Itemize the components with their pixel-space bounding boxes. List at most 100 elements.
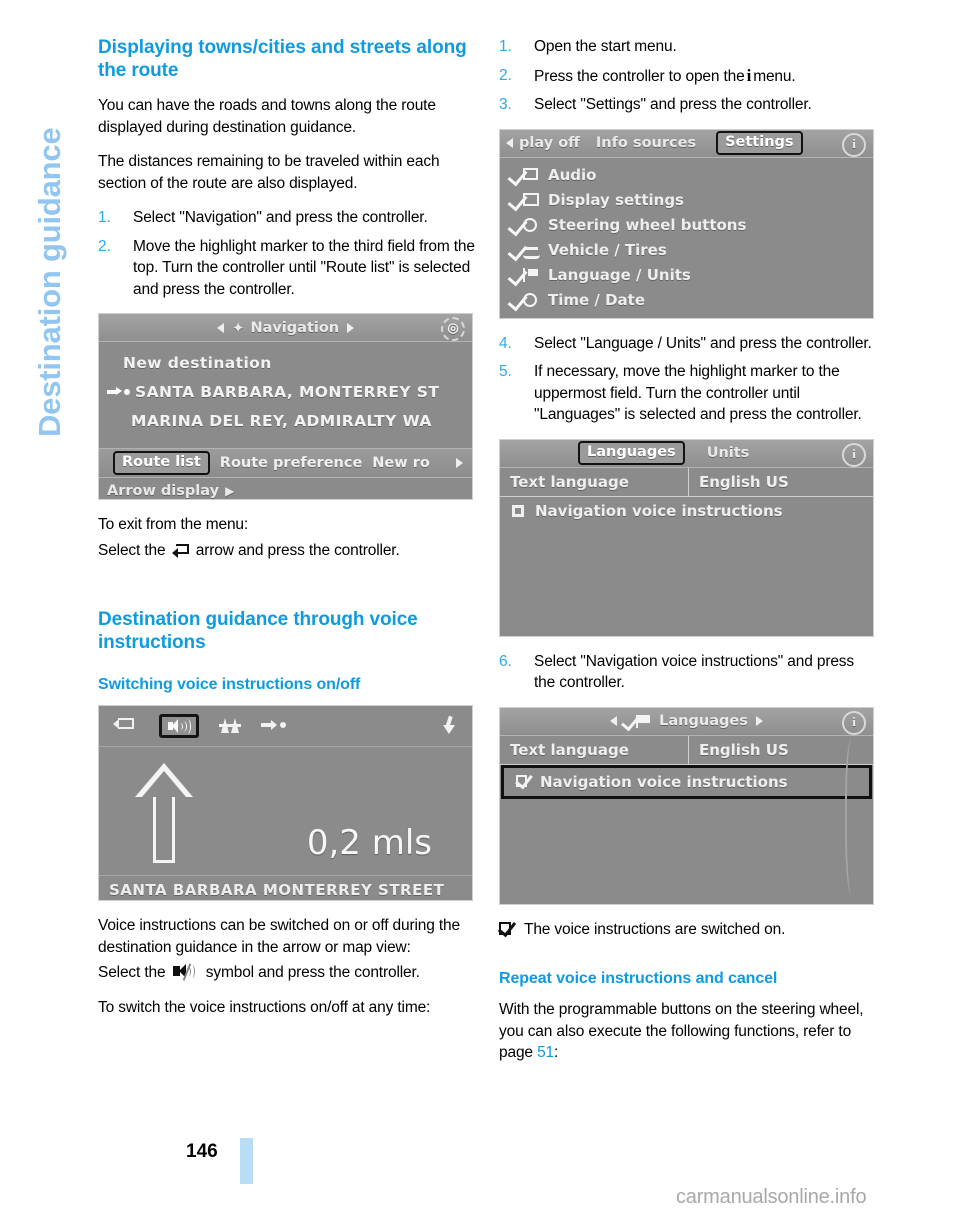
checkbox-label: Navigation voice instructions [540,772,788,791]
speaker-on-icon[interactable] [159,714,199,738]
steering-wheel-icon [507,215,542,236]
screenshot-title: Languages [659,713,748,729]
step-text-after: menu. [753,67,796,85]
tab-route-list[interactable]: Route list [113,451,210,475]
list-item[interactable]: Time / Date [500,288,873,313]
empty-area [500,525,873,636]
step-number: 4. [499,334,512,352]
page-marker-bar [240,1138,253,1184]
speaker-glyph [168,718,191,734]
navigation-voice-instructions-row-selected[interactable]: Navigation voice instructions [501,764,872,799]
tab-settings[interactable]: Settings [716,131,803,155]
step-text: Select "Language / Units" and press the … [534,334,872,352]
step-text: Select "Navigation" and press the contro… [133,209,428,226]
settings-tab-bar: play off Info sources Settings i [500,129,873,158]
steps-list-step6: 6. Select "Navigation voice instructions… [499,651,879,694]
tab-route-preference[interactable]: Route preference [220,455,363,471]
compass-icon[interactable]: ◎ [441,317,465,341]
navigation-tab-strip: Route list Route preference New ro [99,449,472,477]
left-arrow-icon[interactable] [216,322,224,333]
settings-list: Audio Display settings Steering wheel bu… [500,157,873,318]
info-icon[interactable]: i [842,442,866,467]
list-item[interactable]: New destination [99,348,472,377]
exit-suffix-text: arrow and press the controller. [195,541,400,559]
navigation-screenshot: ✦ Navigation ◎ New destination SANTA BAR… [98,313,473,500]
languages-tab-bar: Languages Units i [500,439,873,468]
chapter-title: Destination guidance [32,127,67,437]
checkbox-unchecked-icon[interactable] [512,505,524,517]
voice-instruction-paragraph: Voice instructions can be switched on or… [98,917,460,956]
info-icon[interactable]: i [842,710,866,735]
chevron-right-icon: ▶ [225,483,235,498]
scroll-left-icon[interactable] [506,138,513,148]
right-arrow-icon[interactable] [755,716,763,726]
step-number: 3. [499,96,512,113]
list-item[interactable]: Language / Units [500,263,873,288]
settings-screenshot: play off Info sources Settings i Audio D… [499,128,874,319]
empty-area [500,738,873,904]
right-arrow-icon[interactable] [347,322,355,333]
language-flag-icon [621,712,653,731]
step-text: Select "Navigation voice instructions" a… [534,652,854,692]
list-item[interactable]: Display settings [500,188,873,213]
step-text: Move the highlight marker to the third f… [133,237,475,298]
back-arrow-icon [171,543,189,558]
list-item: 3. Select "Settings" and press the contr… [499,94,879,116]
section-heading-voice-guidance: Destination guidance through voice instr… [98,609,418,653]
settings-item-label: Display settings [548,191,684,209]
list-item[interactable]: Vehicle / Tires [500,238,873,263]
scroll-right-icon[interactable] [456,458,463,468]
intro-paragraph-2: The distances remaining to be traveled w… [98,153,440,192]
list-item[interactable]: Audio [500,163,873,188]
page-reference-link[interactable]: 51 [537,1044,554,1061]
tab-info-sources[interactable]: Info sources [596,135,696,151]
table-value: English US [699,740,789,759]
list-item[interactable]: MARINA DEL REY, ADMIRALTY WA [99,406,472,435]
navigation-footer[interactable]: Arrow display ▶ [99,478,472,499]
languages-screenshot: Languages Units i Text language English … [499,438,874,637]
down-arrow-icon[interactable] [442,715,458,736]
list-item: 6. Select "Navigation voice instructions… [499,651,879,694]
repeat-text-after: : [554,1044,559,1061]
straight-ahead-arrow-icon [135,763,193,863]
result-note-text: The voice instructions are switched on. [524,920,786,938]
nav-row-label: SANTA BARBARA, MONTERREY ST [135,382,440,401]
step-number: 2. [98,237,111,255]
vehicle-tires-icon [507,240,542,261]
step-text-before: Press the controller to open the [534,67,745,85]
select-symbol-line: Select the symbol and press the controll… [98,962,478,984]
destination-marker-icon[interactable] [261,716,287,736]
info-i-icon: i [746,65,752,85]
right-column: 1. Open the start menu. 2. Press the con… [497,36,879,1077]
list-item: 5. If necessary, move the highlight mark… [499,361,879,426]
remaining-distance: 0,2 mls [306,823,432,863]
left-arrow-icon[interactable] [610,716,618,726]
navigation-voice-instructions-row[interactable]: Navigation voice instructions [500,497,873,526]
list-item[interactable]: SANTA BARBARA, MONTERREY ST [99,377,472,406]
step-number: 6. [499,652,512,670]
select-prefix-text: Select the [98,964,166,981]
destination-marker-icon [107,387,131,397]
highway-icon[interactable] [219,716,241,736]
screenshot-title-bar: Languages i [500,707,873,736]
arrow-view-body: 0,2 mls [99,747,472,875]
checkbox-checked-icon [497,917,519,937]
tab-display-off[interactable]: play off [519,135,580,151]
text-language-row[interactable]: Text language English US [500,735,873,765]
list-item[interactable]: Steering wheel buttons [500,213,873,238]
repeat-voice-paragraph: With the programmable buttons on the ste… [499,999,879,1064]
tab-new-route[interactable]: New ro [372,455,430,471]
tab-languages[interactable]: Languages [578,441,685,465]
settings-item-label: Steering wheel buttons [548,216,747,234]
exit-menu-line-2: Select the arrow and press the controlle… [98,540,478,562]
back-arrow-icon[interactable] [113,716,139,736]
scroll-indicator [845,738,861,894]
checkbox-checked-icon[interactable] [515,770,533,790]
language-units-icon [507,265,542,286]
settings-item-label: Audio [548,166,597,184]
tab-units[interactable]: Units [707,445,750,461]
list-item: 4. Select "Language / Units" and press t… [499,333,879,355]
info-icon[interactable]: i [842,132,866,157]
text-language-row[interactable]: Text language English US [500,467,873,497]
current-street-label: SANTA BARBARA MONTERREY STREET [99,875,472,900]
